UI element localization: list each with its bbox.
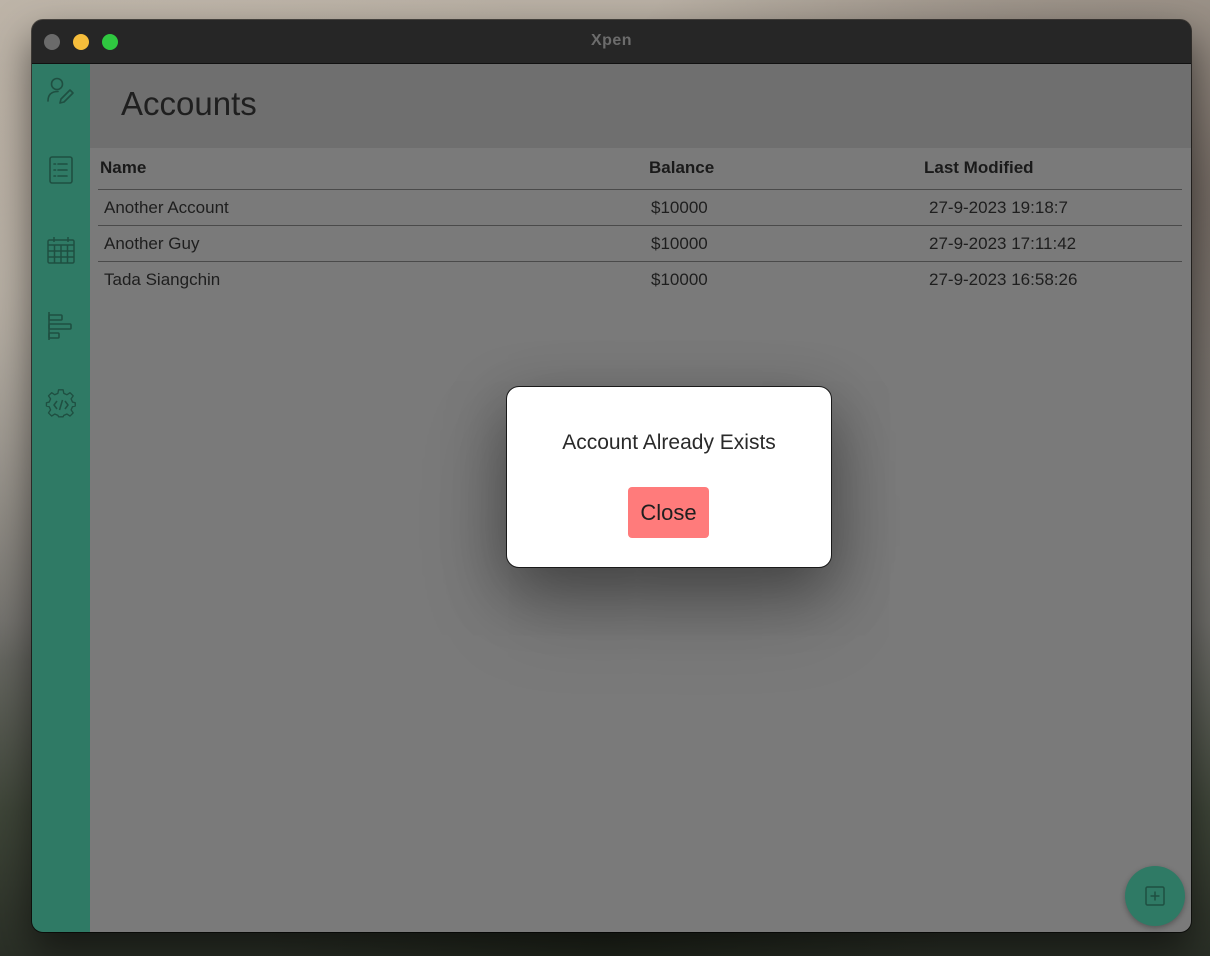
sidebar-item-transactions[interactable] bbox=[45, 154, 77, 186]
cell-name: Another Guy bbox=[104, 234, 200, 253]
alert-message: Account Already Exists bbox=[562, 431, 776, 454]
sidebar bbox=[32, 64, 90, 932]
cell-last-modified: 27-9-2023 16:58:26 bbox=[929, 270, 1078, 289]
table-row[interactable]: Tada Siangchin $10000 27-9-2023 16:58:26 bbox=[98, 262, 1182, 297]
cell-balance: $10000 bbox=[651, 198, 708, 217]
list-icon bbox=[49, 156, 73, 184]
sidebar-item-calendar[interactable] bbox=[45, 234, 77, 266]
table-header: Name Balance Last Modified bbox=[98, 148, 1182, 190]
cell-name: Another Account bbox=[104, 198, 229, 217]
title-bar: Xpen bbox=[32, 20, 1191, 64]
table-row[interactable]: Another Account $10000 27-9-2023 19:18:7 bbox=[98, 190, 1182, 226]
calendar-icon bbox=[47, 237, 75, 264]
cell-last-modified: 27-9-2023 17:11:42 bbox=[929, 234, 1077, 253]
add-square-icon bbox=[1145, 886, 1165, 906]
cell-balance: $10000 bbox=[651, 234, 708, 253]
sidebar-item-settings[interactable] bbox=[45, 388, 77, 420]
cell-last-modified: 27-9-2023 19:18:7 bbox=[929, 198, 1068, 217]
add-account-button[interactable] bbox=[1125, 866, 1185, 926]
table-row[interactable]: Another Guy $10000 27-9-2023 17:11:42 bbox=[98, 226, 1182, 262]
app-window: Xpen Accounts Name Balance Last Modified… bbox=[32, 20, 1191, 932]
cell-name: Tada Siangchin bbox=[104, 270, 221, 289]
accounts-table: Name Balance Last Modified Another Accou… bbox=[98, 148, 1182, 297]
main-content: Accounts Name Balance Last Modified Anot… bbox=[90, 64, 1191, 932]
sidebar-item-reports[interactable] bbox=[45, 310, 77, 342]
column-header-last-modified[interactable]: Last Modified bbox=[924, 158, 1034, 178]
window-title: Xpen bbox=[590, 32, 633, 49]
column-header-name[interactable]: Name bbox=[100, 158, 146, 178]
column-header-balance[interactable]: Balance bbox=[649, 158, 714, 178]
user-edit-icon bbox=[47, 77, 74, 104]
page-header: Accounts bbox=[90, 64, 1191, 148]
page-title: Accounts bbox=[121, 85, 257, 122]
close-button[interactable]: Close bbox=[628, 487, 709, 538]
settings-code-icon bbox=[45, 389, 76, 418]
alert-dialog: Account Already Exists Close bbox=[506, 386, 832, 568]
sidebar-item-accounts[interactable] bbox=[45, 76, 77, 108]
bar-chart-icon bbox=[48, 312, 72, 340]
cell-balance: $10000 bbox=[651, 270, 708, 289]
